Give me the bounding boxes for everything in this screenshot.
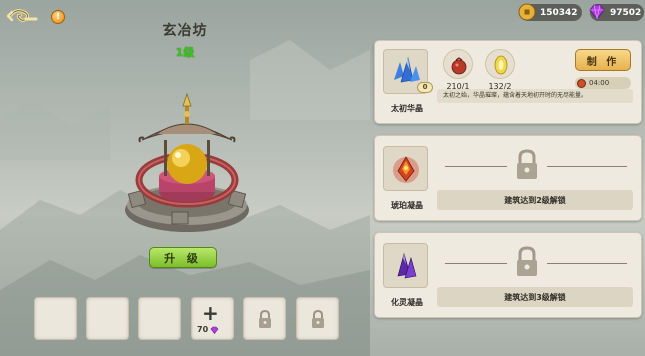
forge-building-illustration [125,92,249,232]
red-ore-pouch-icon [451,57,467,75]
violet-crystal-icon [397,252,417,279]
craft-timer: 04:00 [575,77,631,89]
copper-coin-icon [518,3,536,21]
divider-line [547,166,627,167]
recipe-card-huaying[interactable]: 化灵凝晶 建筑达到3级解锁 [374,232,642,318]
add-slot-button[interactable]: + 70 [191,297,234,340]
lock-icon [259,310,271,328]
forge-slot-2[interactable] [86,297,129,340]
lock-icon [312,310,324,328]
info-button[interactable]: ! [51,10,65,24]
upgrade-button[interactable]: 升 级 [149,247,217,268]
recipe-level-badge: 0 [417,82,433,93]
building-name: 玄冶坊 [162,23,208,39]
lock-icon [517,246,537,276]
recipe-card-amber[interactable]: 琥珀凝晶 建筑达到2级解锁 [374,135,642,221]
lock-icon [517,149,537,179]
material-slot-1[interactable] [443,49,473,79]
divider-line [445,166,507,167]
recipe-description: 太初之始，华晶璀璨，蕴含着天地初开时的无尽能量。 [437,89,633,103]
gem-currency-display: 97502 [589,4,644,21]
recipe-name: 太初华晶 [391,104,423,113]
plus-icon: + [202,301,219,325]
recipe-item-slot[interactable] [383,146,428,191]
divider-line [547,263,627,264]
unlock-requirement: 建筑达到2级解锁 [437,190,633,210]
recipe-item-slot[interactable]: 0 [383,49,433,94]
recipe-item-slot[interactable] [383,243,428,288]
forge-slot-1[interactable] [34,297,77,340]
recipe-card-taichu[interactable]: 0 太初华晶 210/1 132/2 制 作 04:00 太初之始，华晶璀璨，蕴… [374,40,642,124]
building-level: 1级 [175,46,195,59]
craft-time: 04:00 [589,79,610,87]
amber-crystal-icon [393,156,419,183]
back-button[interactable] [6,6,38,26]
locked-slot-1 [243,297,286,340]
add-slot-cost: 70 [197,325,219,334]
gold-currency-display: 150342 [518,3,582,21]
purple-gem-icon [589,4,605,20]
cloud-swirl-back-icon [6,9,38,22]
locked-slot-2 [296,297,339,340]
golden-essence-icon [494,55,508,75]
recipe-name: 化灵凝晶 [391,298,423,307]
material-slot-2[interactable] [485,49,515,79]
forge-slot-3[interactable] [138,297,181,340]
add-slot-cost-value: 70 [197,325,209,334]
clock-icon [577,78,586,88]
purple-gem-icon [210,326,219,334]
recipe-name: 琥珀凝晶 [391,201,423,210]
craft-button[interactable]: 制 作 [575,49,631,71]
info-icon: ! [55,12,61,22]
unlock-requirement: 建筑达到3级解锁 [437,287,633,307]
divider-line [445,263,507,264]
